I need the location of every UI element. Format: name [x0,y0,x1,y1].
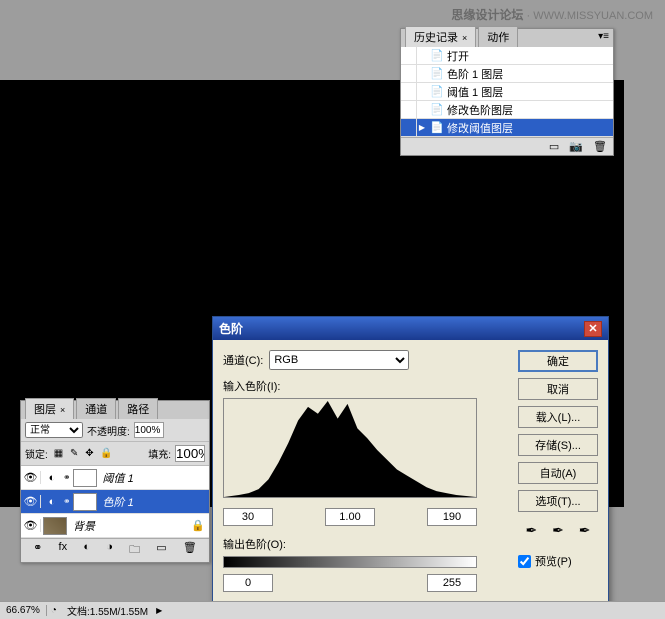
link-icon[interactable]: ⚭ [33,541,42,560]
lock-paint-icon[interactable]: ✎ [70,448,78,459]
status-bar: 66.67% ◔ 文档:1.55M/1.55M ▶ [0,601,665,619]
output-gradient[interactable] [223,556,477,568]
visibility-icon[interactable]: 👁 [21,519,41,532]
mask-icon[interactable]: ◐ [83,541,90,560]
layer-item[interactable]: 👁 背景 🔒 [21,514,209,538]
layer-thumbnail[interactable] [43,517,67,535]
tab-actions[interactable]: 动作 [478,26,518,47]
history-item[interactable]: 📄阈值 1 图层 [401,83,613,101]
layer-thumbnail[interactable] [73,493,97,511]
fill-label: 填充: [148,446,171,461]
channel-select[interactable]: RGB [269,350,409,370]
tab-paths[interactable]: 路径 [118,398,158,419]
panel-menu-icon[interactable]: ▾≡ [598,31,609,42]
history-item-label: 修改阈值图层 [447,120,513,136]
adjustment-thumb: ◐ [43,469,61,487]
dialog-title: 色阶 [219,320,243,337]
output-white-field[interactable] [427,574,477,592]
tab-layers[interactable]: 图层× [25,398,74,419]
link-icon[interactable]: ⚭ [63,496,71,507]
black-dropper-icon[interactable]: ✒ [525,522,537,539]
snapshot-icon[interactable]: ▭ [549,140,559,153]
input-black-field[interactable] [223,508,273,526]
folder-icon[interactable]: 🗀 [129,541,140,560]
cancel-button[interactable]: 取消 [518,378,598,400]
document-icon: 📄 [427,121,447,134]
document-icon: 📄 [427,49,447,62]
layer-name: 阈值 1 [103,470,134,486]
layers-panel: 图层× 通道 路径 正常 不透明度: 锁定: ▦ ✎ ✥ 🔒 填充: 👁◐⚭阈值… [20,400,210,563]
document-icon: 📄 [427,67,447,80]
camera-icon[interactable]: 📷 [569,140,583,153]
fill-input[interactable] [175,445,205,462]
layer-name: 背景 [73,518,95,534]
zoom-level[interactable]: 66.67% [0,605,47,616]
gray-dropper-icon[interactable]: ✒ [552,522,564,539]
new-layer-icon[interactable]: ▭ [156,541,166,560]
visibility-icon[interactable]: 👁 [21,495,41,508]
layer-thumbnail[interactable] [73,469,97,487]
document-icon: 📄 [427,103,447,116]
input-gamma-field[interactable] [325,508,375,526]
close-icon[interactable]: ✕ [584,321,602,337]
trash-icon[interactable]: 🗑 [183,541,197,560]
preview-checkbox[interactable]: 预览(P) [518,553,598,569]
tab-history[interactable]: 历史记录× [405,26,476,47]
status-icon[interactable]: ◔ [47,605,61,616]
history-item[interactable]: 📄打开 [401,47,613,65]
layer-item[interactable]: 👁◐⚭ 色阶 1 [21,490,209,514]
save-button[interactable]: 存储(S)... [518,434,598,456]
options-button[interactable]: 选项(T)... [518,490,598,512]
history-item[interactable]: 📄色阶 1 图层 [401,65,613,83]
blend-mode-select[interactable]: 正常 [25,422,83,438]
history-item-label: 阈值 1 图层 [447,84,503,100]
lock-transparent-icon[interactable]: ▦ [54,448,63,459]
ok-button[interactable]: 确定 [518,350,598,372]
history-item-label: 色阶 1 图层 [447,66,503,82]
history-item-label: 修改色阶图层 [447,102,513,118]
link-icon[interactable]: ⚭ [63,472,71,483]
lock-all-icon[interactable]: 🔒 [100,448,112,459]
layer-name: 色阶 1 [103,494,134,510]
history-item-label: 打开 [447,48,469,64]
history-item[interactable]: ▶📄修改阈值图层 [401,119,613,137]
auto-button[interactable]: 自动(A) [518,462,598,484]
output-levels-label: 输出色阶(O): [223,536,508,552]
levels-dialog: 色阶 ✕ 通道(C): RGB 输入色阶(I): 输出色阶(O): [212,316,609,614]
visibility-icon[interactable]: 👁 [21,471,41,484]
histogram[interactable] [223,398,477,498]
trash-icon[interactable]: 🗑 [593,140,607,153]
lock-label: 锁定: [25,446,48,461]
adjustment-icon[interactable]: ◑ [106,541,113,560]
history-panel: 历史记录× 动作 ▾≡ 📄打开📄色阶 1 图层📄阈值 1 图层📄修改色阶图层▶📄… [400,28,614,156]
opacity-input[interactable] [134,422,164,438]
doc-size: 文档:1.55M/1.55M [61,603,154,618]
close-tab-icon[interactable]: × [462,33,467,43]
document-icon: 📄 [427,85,447,98]
white-dropper-icon[interactable]: ✒ [579,522,591,539]
input-white-field[interactable] [427,508,477,526]
fx-icon[interactable]: fx [59,541,68,560]
opacity-label: 不透明度: [87,423,130,438]
output-black-field[interactable] [223,574,273,592]
channel-label: 通道(C): [223,352,263,368]
chevron-right-icon[interactable]: ▶ [156,606,162,615]
watermark: 思缘设计论坛 · WWW.MISSYUAN.COM [451,6,653,23]
tab-channels[interactable]: 通道 [76,398,116,419]
input-levels-label: 输入色阶(I): [223,378,508,394]
lock-move-icon[interactable]: ✥ [85,448,93,459]
history-item[interactable]: 📄修改色阶图层 [401,101,613,119]
adjustment-thumb: ◐ [43,493,61,511]
load-button[interactable]: 载入(L)... [518,406,598,428]
layer-item[interactable]: 👁◐⚭ 阈值 1 [21,466,209,490]
lock-icon: 🔒 [191,519,205,532]
